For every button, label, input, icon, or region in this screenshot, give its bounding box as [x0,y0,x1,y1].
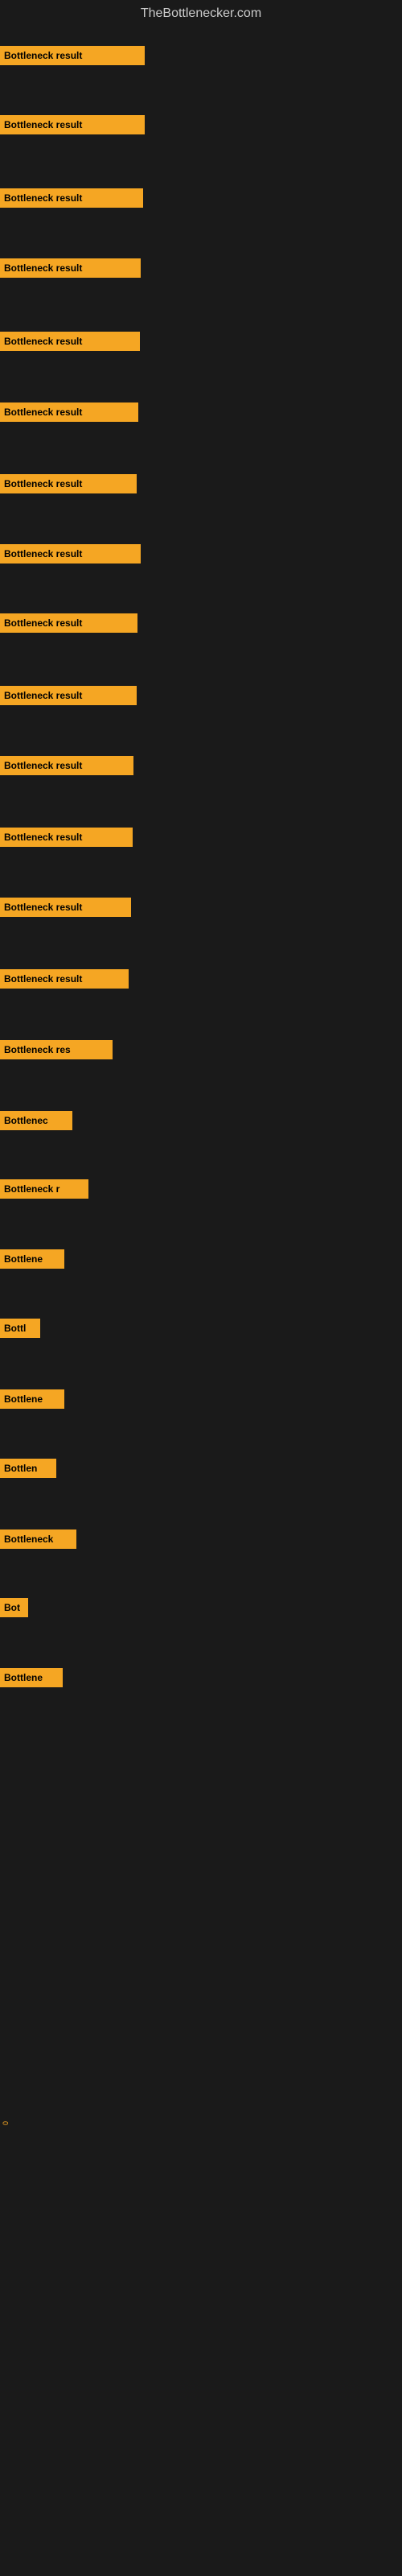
bottleneck-bar: Bottleneck result [0,46,145,65]
bottleneck-bar: Bottleneck result [0,686,137,705]
bottleneck-bar: Bottleneck result [0,402,138,422]
bottleneck-bar: Bottlene [0,1249,64,1269]
bottleneck-bar: Bottleneck res [0,1040,113,1059]
bottleneck-bar: Bottl [0,1319,40,1338]
bottleneck-bar: Bottlene [0,1389,64,1409]
bottleneck-bar: Bottleneck r [0,1179,88,1199]
bottleneck-bar: Bottleneck result [0,898,131,917]
bottleneck-bar: Bottleneck [0,1530,76,1549]
bottleneck-bar: Bottleneck result [0,115,145,134]
bottleneck-bar: Bottleneck result [0,613,137,633]
bottleneck-bar: Bottleneck result [0,258,141,278]
site-title: TheBottlenecker.com [0,0,402,27]
bottleneck-bar: Bottlene [0,1668,63,1687]
bottleneck-bar: Bottleneck result [0,544,141,564]
bottleneck-bar: Bottlenec [0,1111,72,1130]
bottleneck-bar: Bottleneck result [0,188,143,208]
bottleneck-bar: Bottlen [0,1459,56,1478]
y-axis-label: 0 [2,2121,10,2125]
bottleneck-bar: Bottleneck result [0,332,140,351]
bottleneck-bar: Bottleneck result [0,969,129,989]
bottleneck-bar: Bot [0,1598,28,1617]
bottleneck-bar: Bottleneck result [0,756,133,775]
bottleneck-bar: Bottleneck result [0,474,137,493]
chart-area: TheBottlenecker.com 0 Bottleneck result B… [0,0,402,2576]
bottleneck-bar: Bottleneck result [0,828,133,847]
